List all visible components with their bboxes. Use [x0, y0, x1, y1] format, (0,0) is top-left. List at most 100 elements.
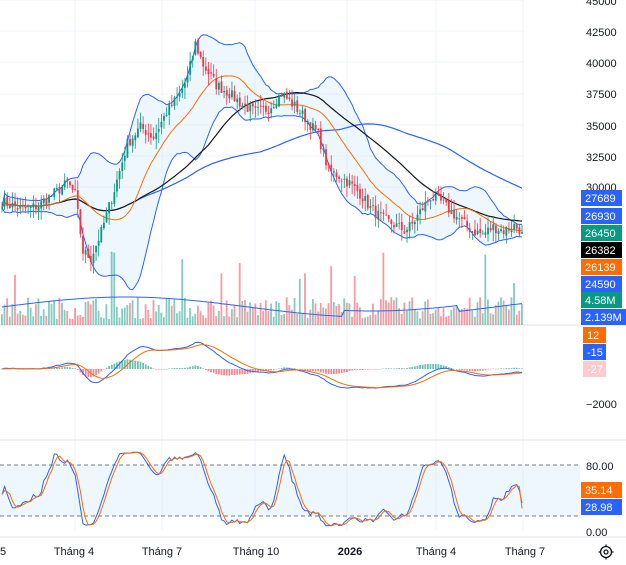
candle-body	[212, 74, 215, 77]
candle-body	[84, 250, 87, 255]
macd-histogram-bar	[314, 369, 317, 372]
macd-histogram-bar	[487, 369, 489, 370]
candle-body	[170, 104, 173, 106]
volume-bar	[432, 313, 434, 325]
volume-bar	[170, 305, 173, 325]
chart-canvas[interactable]: 4500042500400003750035000325003000027689…	[0, 0, 626, 560]
volume-bar	[95, 299, 97, 325]
macd-histogram-bar	[335, 369, 338, 374]
macd-histogram-bar	[361, 369, 364, 371]
candle-body	[366, 194, 369, 209]
macd-histogram-bar	[275, 369, 278, 370]
candle-body	[372, 205, 374, 207]
volume-bar	[178, 311, 181, 325]
volume-bar	[500, 297, 502, 325]
candle-body	[97, 240, 100, 246]
candle-body	[408, 222, 411, 232]
macd-histogram-bar	[395, 368, 398, 369]
volume-bar	[332, 302, 335, 325]
volume-bar	[97, 310, 100, 325]
candle-body	[317, 128, 320, 130]
candle-body	[463, 217, 466, 220]
volume-bar	[395, 297, 398, 325]
macd-histogram-bar	[505, 368, 508, 369]
candle-body	[460, 217, 463, 219]
volume-bar	[11, 303, 14, 325]
volume-bar	[497, 301, 500, 325]
candle-body	[50, 195, 53, 197]
volume-bar	[24, 315, 27, 325]
volume-bar	[345, 302, 348, 325]
macd-histogram-bar	[387, 368, 390, 369]
candle-body	[136, 128, 139, 138]
settings-gear-icon[interactable]	[598, 544, 614, 560]
candle-body	[455, 216, 458, 220]
candle-body	[265, 105, 267, 112]
macd-histogram-bar	[150, 367, 152, 369]
macd-histogram-bar	[434, 363, 437, 369]
volume-bar	[471, 310, 474, 325]
candle-body	[492, 224, 495, 231]
candle-body	[353, 184, 356, 186]
volume-bar	[505, 305, 508, 325]
macd-histogram-bar	[521, 368, 523, 369]
volume-bar	[87, 301, 90, 325]
volume-bar	[58, 297, 61, 325]
candle-body	[429, 200, 432, 202]
macd-histogram-bar	[312, 369, 314, 372]
candle-body	[398, 222, 401, 224]
candle-body	[288, 97, 291, 99]
macd-histogram-bar	[353, 369, 356, 371]
candle-body	[217, 82, 220, 90]
candle-body	[223, 91, 226, 93]
macd-histogram-bar	[74, 368, 77, 369]
macd-histogram-bar	[351, 369, 354, 371]
macd-histogram-bar	[416, 365, 419, 369]
candle-body	[231, 90, 233, 98]
candle-body	[390, 219, 393, 225]
volume-bar	[84, 302, 87, 325]
volume-bar	[419, 318, 421, 325]
volume-bar	[210, 300, 212, 325]
volume-bar	[453, 307, 455, 325]
candle-body	[108, 202, 111, 214]
candle-body	[301, 110, 304, 115]
candle-body	[134, 135, 137, 141]
macd-histogram-bar	[411, 366, 414, 369]
macd-histogram-bar	[225, 369, 228, 376]
price-badge: 24590	[581, 276, 622, 292]
candle-body	[330, 164, 333, 172]
candle-body	[254, 106, 257, 108]
macd-histogram-bar	[468, 369, 471, 371]
macd-histogram-bar	[97, 369, 100, 374]
candle-body	[272, 107, 275, 109]
macd-histogram-bar	[479, 369, 482, 371]
volume-bar	[131, 300, 134, 325]
volume-bar	[283, 314, 286, 325]
macd-histogram-bar	[217, 369, 220, 375]
macd-histogram-bar	[212, 369, 215, 373]
candle-body	[126, 138, 129, 158]
volume-bar	[254, 303, 257, 325]
candle-body	[129, 139, 131, 146]
candle-body	[228, 93, 231, 99]
candle-body	[121, 162, 124, 172]
volume-bar	[21, 314, 24, 325]
volume-bar	[369, 314, 372, 325]
candle-body	[400, 222, 403, 231]
volume-bar	[244, 300, 246, 325]
candle-body	[453, 209, 455, 219]
macd-histogram-bar	[283, 367, 286, 369]
candle-body	[424, 201, 427, 212]
candle-body	[113, 192, 116, 204]
candle-body	[304, 108, 307, 123]
macd-histogram-bar	[382, 368, 385, 370]
volume-bar	[246, 311, 249, 325]
candle-body	[3, 198, 6, 207]
candle-body	[387, 215, 390, 219]
macd-histogram-bar	[515, 367, 518, 369]
volume-bar	[484, 254, 487, 325]
macd-histogram-bar	[403, 368, 406, 369]
volume-bar	[476, 302, 479, 325]
candle-body	[238, 97, 241, 107]
